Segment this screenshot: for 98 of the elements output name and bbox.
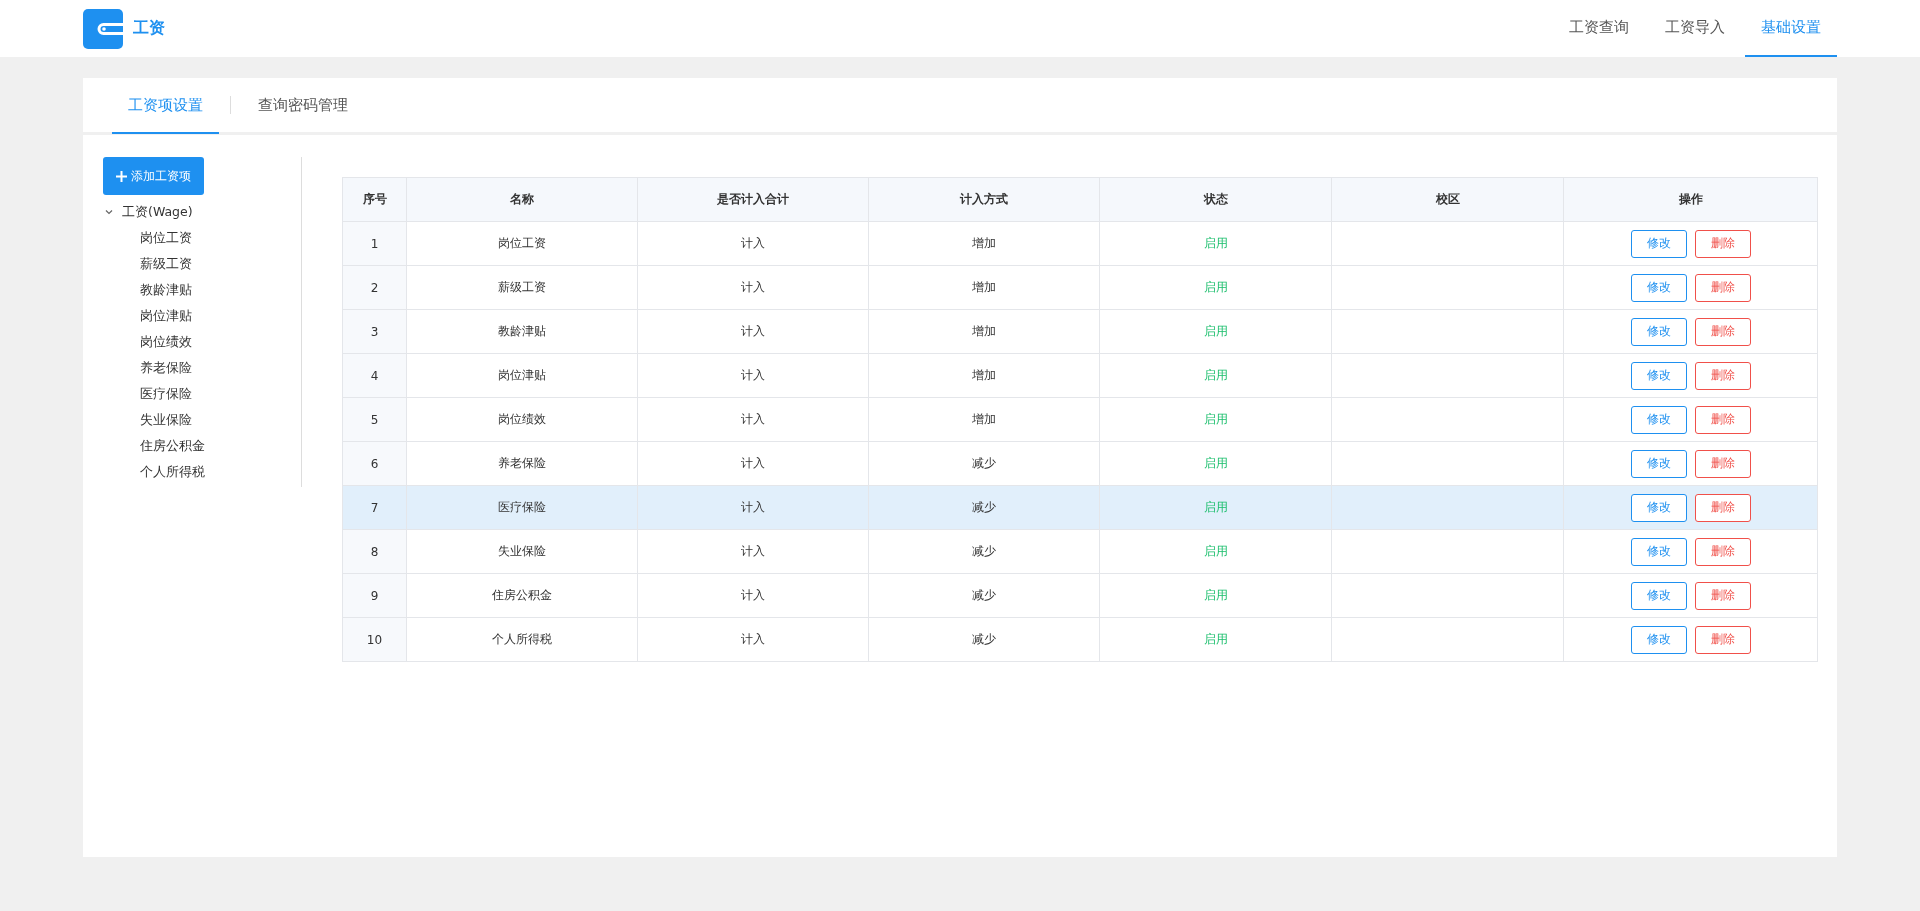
table-cell: 减少 — [972, 544, 996, 558]
column-header: 状态 — [1203, 192, 1228, 206]
status-text: 启用 — [1203, 412, 1228, 426]
tree-item[interactable]: 岗位工资 — [102, 225, 192, 251]
table-cell: 计入 — [741, 632, 765, 646]
column-header: 计入方式 — [960, 192, 1008, 206]
row-number: 10 — [366, 632, 383, 647]
tree-item[interactable]: 失业保险 — [102, 407, 192, 433]
row-number: 6 — [370, 456, 379, 471]
table-cell: 计入 — [741, 500, 765, 514]
column-header: 操作 — [1678, 192, 1703, 206]
tab[interactable]: 工资项设置 — [112, 79, 219, 134]
status-text: 启用 — [1203, 500, 1228, 514]
table-cell: 计入 — [741, 412, 765, 426]
table-cell: 计入 — [741, 544, 765, 558]
edit-button[interactable]: 修改 — [1630, 537, 1687, 566]
tab[interactable]: 查询密码管理 — [242, 79, 364, 134]
table-cell: 教龄津贴 — [498, 324, 546, 338]
table-cell: 失业保险 — [498, 544, 546, 558]
delete-button[interactable]: 删除 — [1694, 361, 1751, 390]
plus-icon — [116, 170, 127, 182]
delete-button[interactable]: 删除 — [1694, 317, 1751, 346]
column-header: 序号 — [362, 192, 387, 206]
row-number: 5 — [370, 412, 379, 427]
table-cell: 计入 — [741, 324, 765, 338]
table-cell: 减少 — [972, 588, 996, 602]
table-cell: 薪级工资 — [498, 280, 546, 294]
table-cell: 岗位工资 — [498, 236, 546, 250]
delete-button[interactable]: 删除 — [1694, 537, 1751, 566]
table-cell: 计入 — [741, 280, 765, 294]
table-cell: 计入 — [741, 456, 765, 470]
row-number: 3 — [370, 324, 379, 339]
nav-tab[interactable]: 工资查询 — [1553, 0, 1645, 57]
row-number: 1 — [370, 236, 379, 251]
edit-button[interactable]: 修改 — [1630, 229, 1687, 258]
edit-button[interactable]: 修改 — [1630, 361, 1687, 390]
edit-button[interactable]: 修改 — [1630, 581, 1687, 610]
tree-item[interactable]: 养老保险 — [102, 355, 192, 381]
edit-button[interactable]: 修改 — [1630, 449, 1687, 478]
delete-button[interactable]: 删除 — [1694, 405, 1751, 434]
delete-button[interactable]: 删除 — [1694, 229, 1751, 258]
table-cell: 增加 — [972, 368, 996, 382]
app-title: 工资 — [133, 18, 165, 39]
tree-item[interactable]: 医疗保险 — [102, 381, 192, 407]
status-text: 启用 — [1203, 280, 1228, 294]
table-cell: 岗位津贴 — [498, 368, 546, 382]
chevron-icon — [104, 207, 114, 217]
delete-button[interactable]: 删除 — [1694, 493, 1751, 522]
edit-button[interactable]: 修改 — [1630, 317, 1687, 346]
table-cell: 增加 — [972, 280, 996, 294]
add-item-button[interactable]: 添加工资项 — [103, 157, 204, 195]
status-text: 启用 — [1203, 324, 1228, 338]
delete-button[interactable]: 删除 — [1694, 449, 1751, 478]
table-cell: 增加 — [972, 324, 996, 338]
status-text: 启用 — [1203, 632, 1228, 646]
edit-button[interactable]: 修改 — [1630, 493, 1687, 522]
row-number: 9 — [370, 588, 379, 603]
delete-button[interactable]: 删除 — [1694, 273, 1751, 302]
status-text: 启用 — [1203, 368, 1228, 382]
column-header: 名称 — [510, 192, 534, 206]
edit-button[interactable]: 修改 — [1630, 273, 1687, 302]
column-header: 校区 — [1435, 192, 1460, 206]
tree-item[interactable]: 岗位绩效 — [102, 329, 192, 355]
table-cell: 养老保险 — [498, 456, 546, 470]
table-cell: 计入 — [741, 588, 765, 602]
tree-item[interactable]: 薪级工资 — [102, 251, 192, 277]
row-number: 8 — [370, 544, 379, 559]
status-text: 启用 — [1203, 588, 1228, 602]
table-cell: 减少 — [972, 500, 996, 514]
column-header: 是否计入合计 — [717, 192, 789, 206]
table-cell: 岗位绩效 — [498, 412, 546, 426]
tree-item[interactable]: 岗位津贴 — [102, 303, 192, 329]
table-cell: 增加 — [972, 236, 996, 250]
tree-item[interactable]: 住房公积金 — [102, 433, 205, 459]
row-number: 4 — [370, 368, 379, 383]
nav-tab[interactable]: 基础设置 — [1745, 0, 1837, 57]
table-cell: 计入 — [741, 236, 765, 250]
status-text: 启用 — [1203, 544, 1228, 558]
tree-node[interactable]: 工资(Wage) — [102, 199, 301, 225]
table-cell: 减少 — [972, 456, 996, 470]
table-cell: 个人所得税 — [492, 632, 552, 646]
table-cell: 医疗保险 — [498, 500, 546, 514]
row-number: 7 — [370, 500, 379, 515]
table-cell: 住房公积金 — [492, 588, 552, 602]
table-cell: 增加 — [972, 412, 996, 426]
edit-button[interactable]: 修改 — [1630, 405, 1687, 434]
delete-button[interactable]: 删除 — [1694, 581, 1751, 610]
table-cell: 减少 — [972, 632, 996, 646]
edit-button[interactable]: 修改 — [1630, 625, 1687, 654]
status-text: 启用 — [1203, 236, 1228, 250]
tree-item[interactable]: 个人所得税 — [102, 459, 205, 485]
logo-icon — [83, 8, 123, 49]
row-number: 2 — [370, 280, 379, 295]
table-cell: 计入 — [741, 368, 765, 382]
status-text: 启用 — [1203, 456, 1228, 470]
delete-button[interactable]: 删除 — [1694, 625, 1751, 654]
tree-item[interactable]: 教龄津贴 — [102, 277, 192, 303]
nav-tab[interactable]: 工资导入 — [1649, 0, 1741, 57]
